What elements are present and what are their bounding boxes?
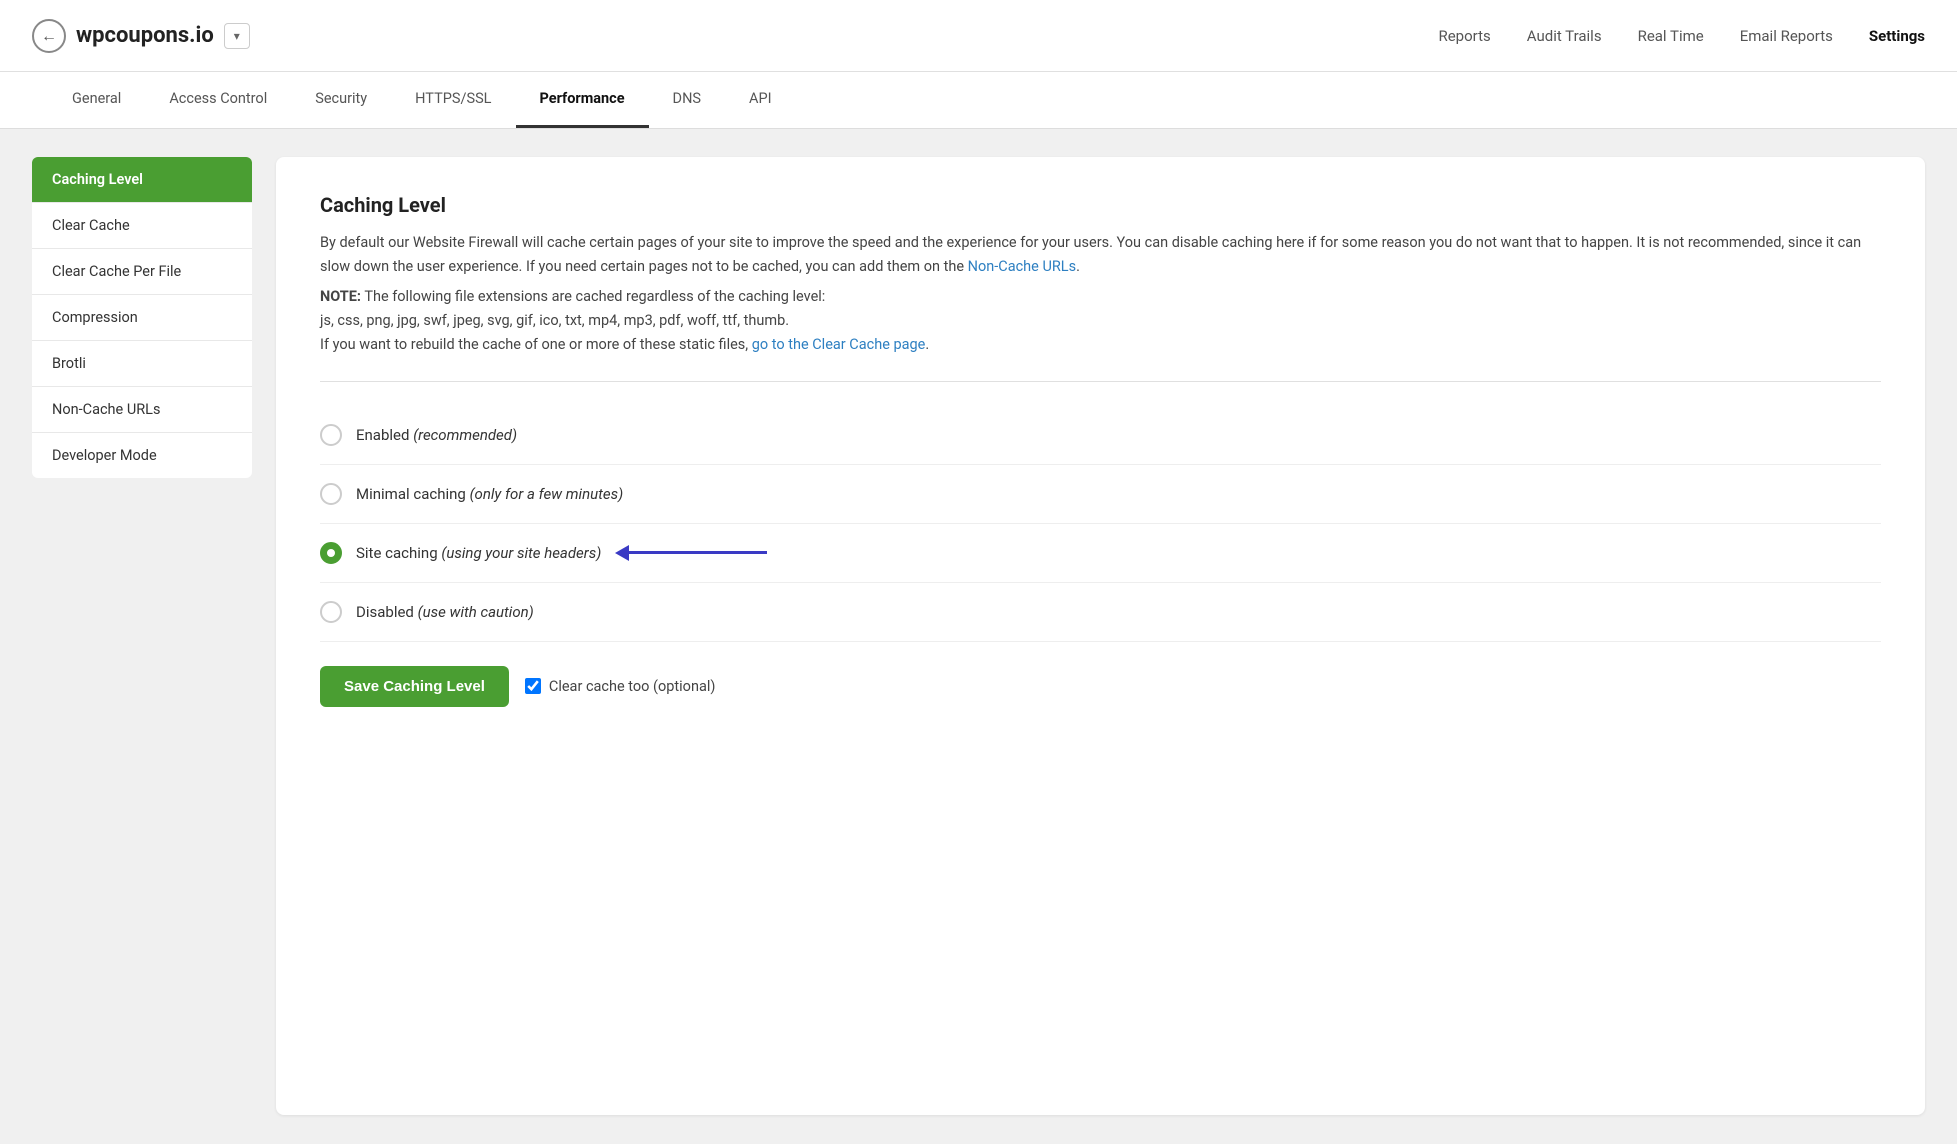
non-cache-urls-link[interactable]: Non-Cache URLs xyxy=(968,258,1076,275)
rebuild-text: If you want to rebuild the cache of one … xyxy=(320,336,748,353)
tab-security[interactable]: Security xyxy=(291,72,391,128)
nav-real-time[interactable]: Real Time xyxy=(1638,27,1704,45)
section-divider xyxy=(320,381,1881,382)
save-area: Save Caching Level Clear cache too (opti… xyxy=(320,666,1881,707)
clear-cache-page-link[interactable]: go to the Clear Cache page xyxy=(752,336,926,353)
main-layout: Caching Level Clear Cache Clear Cache Pe… xyxy=(0,129,1957,1143)
back-icon: ← xyxy=(41,26,57,46)
tab-https-ssl[interactable]: HTTPS/SSL xyxy=(391,72,515,128)
site-name: wpcoupons.io xyxy=(76,23,214,48)
tab-dns[interactable]: DNS xyxy=(649,72,725,128)
tab-performance[interactable]: Performance xyxy=(516,72,649,128)
clear-cache-checkbox-label: Clear cache too (optional) xyxy=(549,678,716,695)
nav-reports[interactable]: Reports xyxy=(1438,27,1490,45)
sub-tabs: General Access Control Security HTTPS/SS… xyxy=(0,72,1957,129)
radio-option-enabled[interactable]: Enabled (recommended) xyxy=(320,406,1881,465)
arrow-indicator xyxy=(615,545,767,561)
back-button[interactable]: ← xyxy=(32,19,66,53)
radio-disabled-label: Disabled (use with caution) xyxy=(356,603,534,621)
arrow-line-body xyxy=(627,551,767,554)
sidebar-item-compression[interactable]: Compression xyxy=(32,295,252,341)
content-area: Caching Level By default our Website Fir… xyxy=(276,157,1925,1115)
sidebar-item-brotli[interactable]: Brotli xyxy=(32,341,252,387)
clear-cache-checkbox[interactable] xyxy=(525,678,541,694)
radio-enabled[interactable] xyxy=(320,424,342,446)
nav-audit-trails[interactable]: Audit Trails xyxy=(1527,27,1602,45)
sidebar: Caching Level Clear Cache Clear Cache Pe… xyxy=(32,157,252,1115)
sidebar-item-clear-cache-per-file[interactable]: Clear Cache Per File xyxy=(32,249,252,295)
save-caching-level-button[interactable]: Save Caching Level xyxy=(320,666,509,707)
tab-api[interactable]: API xyxy=(725,72,796,128)
chevron-down-icon: ▾ xyxy=(234,29,240,43)
nav-settings[interactable]: Settings xyxy=(1869,27,1925,45)
tab-general[interactable]: General xyxy=(48,72,145,128)
tab-access-control[interactable]: Access Control xyxy=(145,72,291,128)
logo-area: ← wpcoupons.io ▾ xyxy=(32,19,1438,53)
sidebar-item-developer-mode[interactable]: Developer Mode xyxy=(32,433,252,478)
radio-option-minimal[interactable]: Minimal caching (only for a few minutes) xyxy=(320,465,1881,524)
radio-site-caching[interactable] xyxy=(320,542,342,564)
radio-disabled[interactable] xyxy=(320,601,342,623)
radio-option-site-caching[interactable]: Site caching (using your site headers) xyxy=(320,524,1881,583)
radio-minimal-label: Minimal caching (only for a few minutes) xyxy=(356,485,623,503)
nav-email-reports[interactable]: Email Reports xyxy=(1740,27,1833,45)
sidebar-item-caching-level[interactable]: Caching Level xyxy=(32,157,252,203)
radio-option-disabled[interactable]: Disabled (use with caution) xyxy=(320,583,1881,642)
site-dropdown-button[interactable]: ▾ xyxy=(224,23,250,49)
section-note: NOTE: The following file extensions are … xyxy=(320,285,1881,357)
clear-cache-checkbox-area[interactable]: Clear cache too (optional) xyxy=(525,678,716,695)
section-description: By default our Website Firewall will cac… xyxy=(320,231,1881,279)
note-prefix: NOTE: xyxy=(320,288,361,305)
sidebar-item-non-cache-urls[interactable]: Non-Cache URLs xyxy=(32,387,252,433)
sidebar-item-clear-cache[interactable]: Clear Cache xyxy=(32,203,252,249)
radio-enabled-label: Enabled (recommended) xyxy=(356,426,517,444)
radio-site-caching-label: Site caching (using your site headers) xyxy=(356,544,601,562)
radio-minimal[interactable] xyxy=(320,483,342,505)
section-title: Caching Level xyxy=(320,193,1881,217)
top-navigation: Reports Audit Trails Real Time Email Rep… xyxy=(1438,27,1925,45)
extensions-list: js, css, png, jpg, swf, jpeg, svg, gif, … xyxy=(320,312,789,329)
top-header: ← wpcoupons.io ▾ Reports Audit Trails Re… xyxy=(0,0,1957,72)
